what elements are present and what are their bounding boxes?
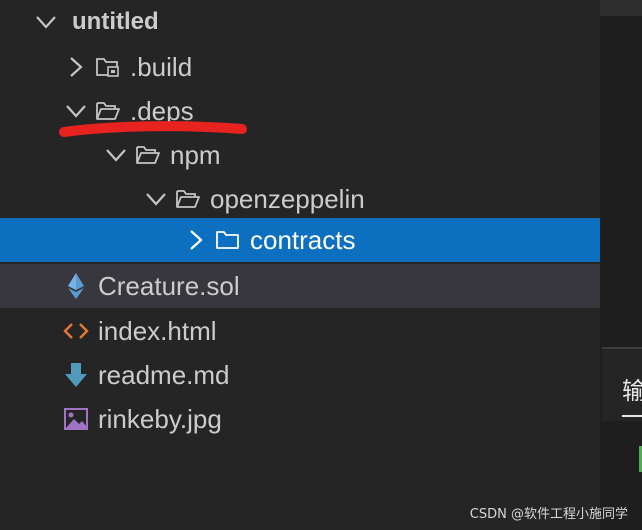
editor-area	[600, 0, 642, 530]
tree-item-rinkeby-jpg[interactable]: rinkeby.jpg	[0, 397, 600, 441]
markdown-download-icon	[62, 363, 90, 387]
chevron-down-icon[interactable]	[64, 99, 88, 123]
panel-tab-output[interactable]: 输	[602, 349, 642, 421]
tree-item-deps[interactable]: .deps	[0, 89, 600, 133]
folder-locked-icon	[94, 55, 122, 79]
tree-item-label: npm	[170, 140, 221, 170]
tree-item-label: .deps	[130, 96, 194, 126]
tree-item-label: openzeppelin	[210, 184, 365, 214]
folder-icon	[214, 228, 242, 252]
tree-item-label: Creature.sol	[98, 271, 240, 301]
tree-item-label: readme.md	[98, 360, 230, 390]
file-explorer: untitled .build .deps npm openzeppelin c…	[0, 0, 600, 530]
folder-open-icon	[134, 143, 162, 167]
tree-item-openzeppelin[interactable]: openzeppelin	[0, 177, 600, 221]
tree-item-label: index.html	[98, 316, 217, 346]
tree-item-label: contracts	[250, 225, 356, 255]
tree-item-label: rinkeby.jpg	[98, 404, 222, 434]
tree-item-index-html[interactable]: index.html	[0, 309, 600, 353]
panel-tab-label: 输	[622, 377, 642, 405]
tree-item-npm[interactable]: npm	[0, 133, 600, 177]
ethereum-icon	[62, 273, 90, 299]
chevron-down-icon[interactable]	[34, 10, 58, 34]
folder-open-icon	[174, 187, 202, 211]
chevron-down-icon[interactable]	[104, 143, 128, 167]
chevron-right-icon[interactable]	[64, 55, 88, 79]
image-icon	[62, 407, 90, 431]
folder-open-icon	[94, 99, 122, 123]
tree-item-build[interactable]: .build	[0, 45, 600, 89]
editor-tab-bar	[600, 0, 642, 16]
active-tab-indicator	[622, 415, 642, 417]
tree-item-creature-sol[interactable]: Creature.sol	[0, 264, 600, 308]
tree-item-contracts[interactable]: contracts	[0, 218, 600, 262]
chevron-down-icon[interactable]	[144, 187, 168, 211]
watermark: CSDN @软件工程小施同学	[469, 507, 628, 522]
tree-item-label: .build	[130, 52, 193, 82]
html-code-icon	[62, 319, 90, 343]
chevron-right-icon[interactable]	[184, 228, 208, 252]
tree-item-readme-md[interactable]: readme.md	[0, 353, 600, 397]
tree-root-untitled[interactable]: untitled	[0, 0, 600, 44]
tree-item-label: untitled	[72, 8, 159, 35]
